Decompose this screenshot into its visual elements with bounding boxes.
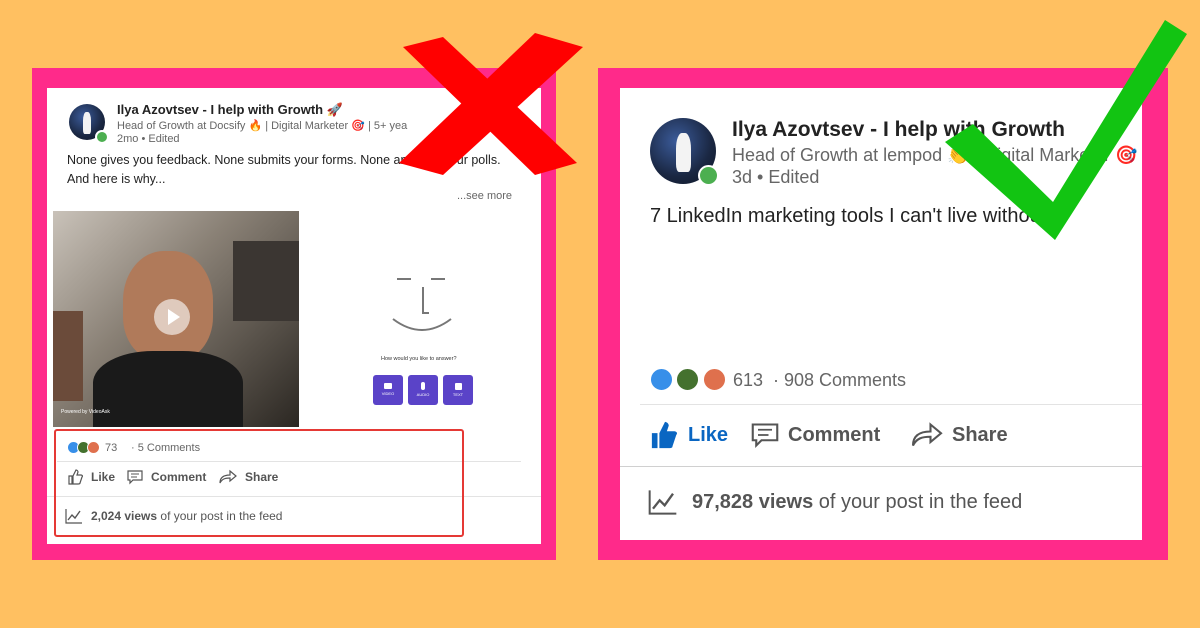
right-divider-1 bbox=[640, 404, 1142, 405]
left-video-thumbnail[interactable]: Powered by VideoAsk bbox=[53, 211, 299, 427]
left-highlight-box bbox=[54, 429, 464, 537]
right-post-meta: 3d • Edited bbox=[732, 167, 820, 187]
share-icon bbox=[911, 422, 943, 447]
play-icon[interactable] bbox=[154, 299, 190, 335]
right-reactions-count[interactable]: 613 bbox=[733, 370, 763, 391]
right-comment-button[interactable]: Comment bbox=[750, 421, 880, 449]
right-views-row[interactable]: 97,828 views of your post in the feed bbox=[648, 488, 1022, 516]
right-reaction-like-icon bbox=[650, 368, 673, 391]
video-powered-label: Powered by VideoAsk bbox=[61, 409, 110, 415]
cross-mark bbox=[399, 33, 583, 175]
answer-audio-button[interactable]: AUDIO bbox=[408, 375, 438, 405]
right-views-suffix: of your post in the feed bbox=[813, 490, 1023, 513]
video-wall-poster bbox=[233, 241, 299, 321]
like-icon bbox=[651, 421, 678, 449]
left-post-meta: 2mo • Edited bbox=[117, 133, 180, 145]
analytics-icon bbox=[648, 490, 677, 515]
video-person-body bbox=[93, 351, 243, 427]
answer-prompt: How would you like to answer? bbox=[381, 356, 457, 362]
right-comments-count[interactable]: · 908 Comments bbox=[773, 370, 906, 391]
left-see-more-link[interactable]: ...see more bbox=[457, 190, 512, 202]
right-reaction-love-icon bbox=[703, 368, 726, 391]
left-author-headline: Head of Growth at Docsify 🔥 | Digital Ma… bbox=[117, 120, 408, 132]
left-post-body-line2: And here is why... bbox=[67, 172, 166, 186]
answer-video-button[interactable]: VIDEO bbox=[373, 375, 403, 405]
comment-icon bbox=[751, 423, 779, 449]
right-reaction-celebrate-icon bbox=[676, 368, 699, 391]
right-divider-2 bbox=[620, 466, 1142, 467]
answer-face-illustration bbox=[387, 273, 457, 343]
answer-text-button[interactable]: TEXT bbox=[443, 375, 473, 405]
left-online-indicator bbox=[95, 130, 109, 144]
right-like-button[interactable]: Like bbox=[650, 420, 728, 450]
left-author-name[interactable]: Ilya Azovtsev - I help with Growth 🚀 bbox=[117, 102, 343, 118]
right-online-indicator bbox=[698, 165, 719, 186]
video-bookshelf bbox=[53, 311, 83, 401]
right-views-count: 97,828 views bbox=[692, 490, 814, 513]
check-mark bbox=[945, 20, 1187, 240]
right-share-button[interactable]: Share bbox=[910, 421, 1008, 449]
